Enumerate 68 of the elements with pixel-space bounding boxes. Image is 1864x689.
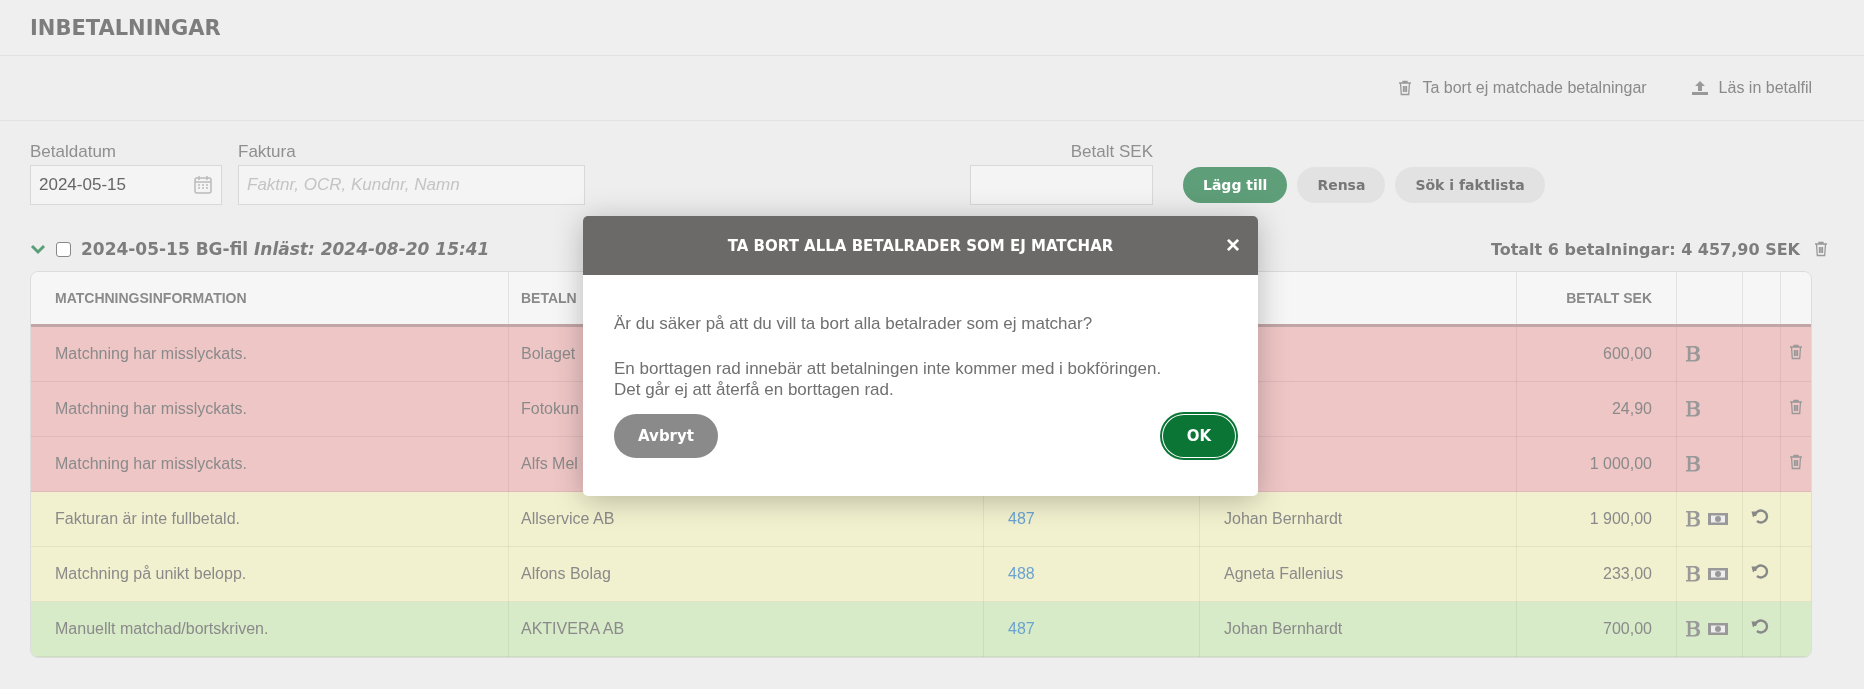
table-cell: Matchning har misslyckats. [55, 455, 248, 472]
table-cell: Matchning har misslyckats. [55, 345, 248, 362]
form-button[interactable]: Lägg till [1183, 167, 1288, 203]
letter-b-icon[interactable] [1685, 620, 1701, 638]
banknote-icon[interactable] [1707, 622, 1729, 636]
group-total: Totalt 6 betalningar: 4 457,90 SEK [1490, 239, 1800, 259]
dialog-text: En borttagen rad innebär att betalningen inte kommer med i bokföringen. [614, 358, 1163, 379]
trash-icon [1398, 80, 1413, 96]
banknote-icon[interactable] [1707, 512, 1729, 526]
table-cell: 1 000,00 [1589, 455, 1652, 472]
trash-icon[interactable] [1789, 344, 1803, 360]
dialog-text: Är du säker på att du vill ta bort alla betalrader som ej matchar? [614, 313, 1094, 334]
table-cell: Matchning har misslyckats. [55, 400, 248, 417]
table-cell: 700,00 [1603, 620, 1652, 637]
invoice-link[interactable]: 487 [1008, 620, 1035, 637]
table-cell: Johan Bernhardt [1224, 620, 1343, 637]
upload-icon [1690, 80, 1709, 96]
undo-icon[interactable] [1751, 563, 1769, 581]
field-label: Betaldatum [30, 142, 117, 162]
table-cell: Alfons Bolag [521, 565, 611, 582]
table-cell: 1 900,00 [1589, 510, 1652, 527]
toolbar-link[interactable]: Ta bort ej matchade betalningar [1398, 79, 1647, 97]
table-cell: Alfs Mel [521, 455, 578, 472]
banknote-icon[interactable] [1707, 567, 1729, 581]
trash-icon[interactable] [1789, 454, 1803, 470]
dialog-text: Det går ej att återfå en borttagen rad. [614, 379, 895, 400]
letter-b-icon[interactable] [1685, 565, 1701, 583]
table-cell: Fakturan är inte fullbetald. [55, 510, 240, 527]
table-cell: Matchning på unikt belopp. [55, 565, 247, 582]
invoice-link[interactable]: 487 [1008, 510, 1035, 527]
checkbox[interactable] [56, 241, 71, 257]
letter-b-icon[interactable] [1685, 345, 1701, 363]
dialog-title: TA BORT ALLA BETALRADER SOM EJ MATCHAR [727, 236, 1114, 255]
table-cell: Fotokun [521, 400, 579, 417]
trash-icon[interactable] [1814, 241, 1828, 257]
letter-b-icon[interactable] [1685, 510, 1701, 528]
table-cell: 24,90 [1611, 400, 1652, 417]
amount-field[interactable] [970, 165, 1153, 205]
table-cell: Manuellt matchad/bortskriven. [55, 620, 269, 637]
undo-icon[interactable] [1751, 618, 1769, 636]
table-cell: Bolaget [521, 345, 576, 362]
field-label: Betalt SEK [1069, 142, 1153, 162]
group-title: 2024-05-15 BG-fil Inläst: 2024-08-20 15:41 [81, 239, 490, 259]
table-cell: 600,00 [1603, 345, 1652, 362]
date-field[interactable]: 2024-05-15 [30, 165, 222, 205]
table-cell: Agneta Fallenius [1224, 565, 1344, 582]
toolbar-link[interactable]: Läs in betalfil [1690, 79, 1812, 97]
column-header: MATCHNINGSINFORMATION [55, 290, 247, 306]
table-cell: Allservice AB [521, 510, 615, 527]
table-cell: AKTIVERA AB [521, 620, 625, 637]
column-header: BETALT SEK [1566, 290, 1652, 306]
column-header: BETALN [521, 290, 577, 306]
table-cell: 233,00 [1603, 565, 1652, 582]
letter-b-icon[interactable] [1685, 455, 1701, 473]
cancel-button[interactable]: Avbryt [614, 414, 718, 458]
trash-icon[interactable] [1789, 399, 1803, 415]
table-cell: Johan Bernhardt [1224, 510, 1343, 527]
field-label: Faktura [238, 142, 297, 162]
undo-icon[interactable] [1751, 508, 1769, 526]
chevron-icon[interactable] [30, 243, 46, 255]
letter-b-icon[interactable] [1685, 400, 1701, 418]
invoice-link[interactable]: 488 [1008, 565, 1035, 582]
calendar-icon[interactable] [193, 175, 213, 195]
page-title: INBETALNINGAR [30, 15, 221, 40]
close-button[interactable]: × [1226, 233, 1240, 257]
form-button[interactable]: Rensa [1297, 167, 1386, 203]
form-button[interactable]: Sök i faktlista [1395, 167, 1545, 203]
ok-button[interactable]: OK [1162, 414, 1236, 458]
